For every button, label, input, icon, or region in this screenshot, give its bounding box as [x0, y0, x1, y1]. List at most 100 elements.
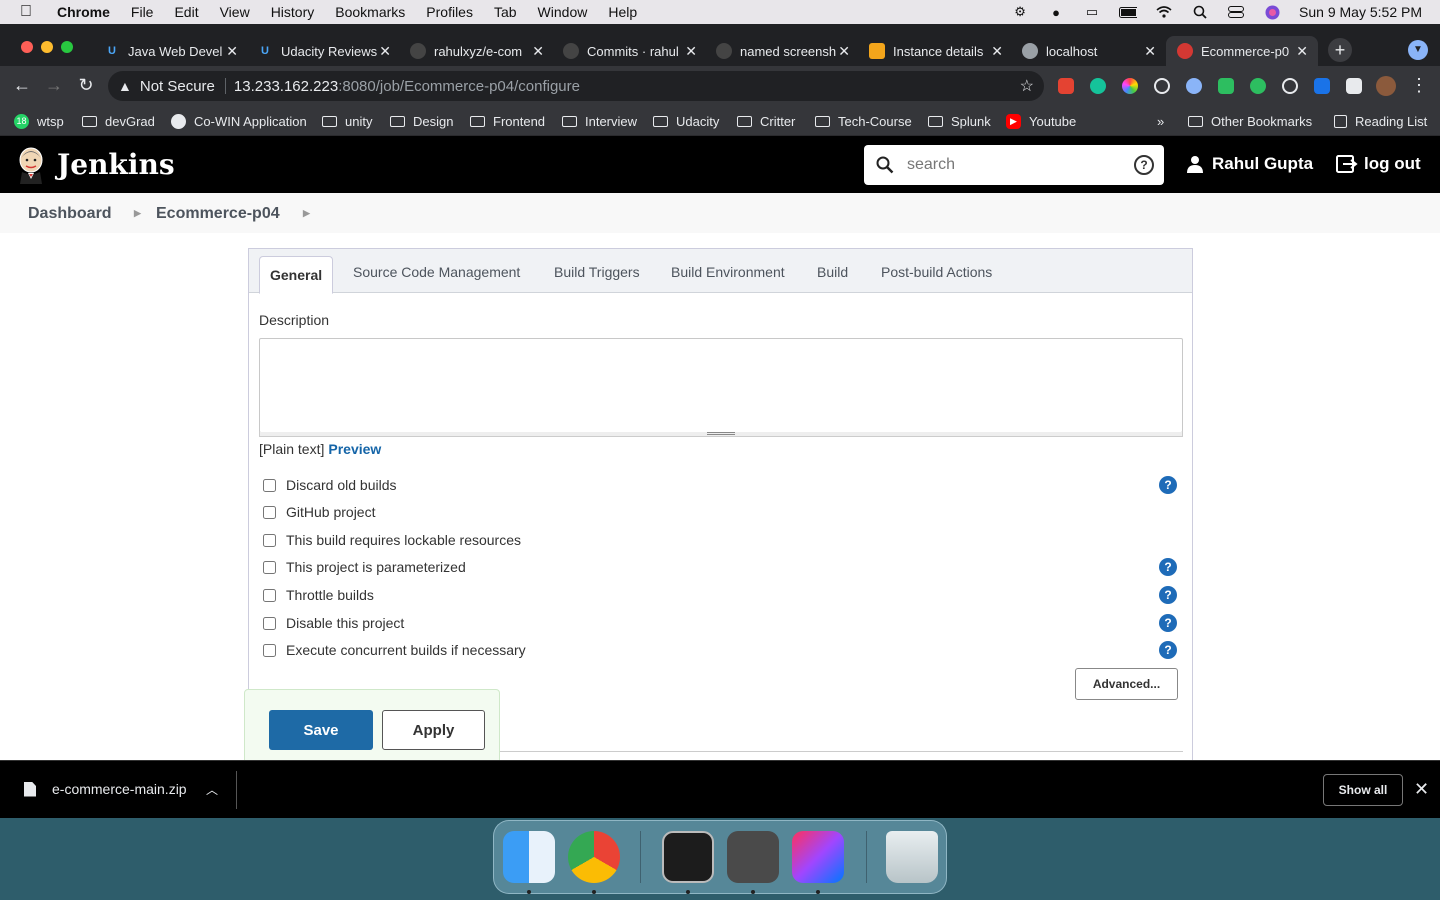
reading-list[interactable]: Reading List	[1334, 111, 1427, 131]
search-input[interactable]	[907, 156, 1117, 174]
menu-app-name[interactable]: Chrome	[57, 4, 110, 20]
tab-close-icon[interactable]: ✕	[532, 43, 544, 60]
browser-tab-active[interactable]: Ecommerce-p04 ✕	[1166, 36, 1318, 66]
breadcrumb-job[interactable]: Ecommerce-p04	[156, 205, 280, 223]
intellij-idea-icon[interactable]	[792, 831, 844, 883]
bookmark-wtsp[interactable]: 18 wtsp	[14, 111, 64, 131]
throttle-builds-checkbox[interactable]	[263, 588, 276, 602]
menu-profiles[interactable]: Profiles	[426, 4, 473, 20]
control-center-icon[interactable]	[1227, 5, 1245, 19]
wifi-icon[interactable]	[1155, 5, 1173, 19]
preview-link[interactable]: Preview	[328, 441, 381, 457]
user-menu[interactable]: Rahul Gupta	[1186, 154, 1313, 174]
tab-close-icon[interactable]: ✕	[991, 43, 1003, 60]
apple-icon[interactable]: 	[20, 3, 40, 21]
bookmark-folder-design[interactable]: Design	[390, 111, 453, 131]
spotlight-search-icon[interactable]	[1191, 5, 1209, 19]
textarea-resize-handle[interactable]	[259, 432, 1183, 437]
tab-build-environment[interactable]: Build Environment	[671, 264, 785, 280]
bookmark-folder-devgrad[interactable]: devGrad	[82, 111, 155, 131]
discard-old-builds-checkbox[interactable]	[263, 478, 276, 492]
bookmark-cowin[interactable]: Co-WIN Application	[171, 111, 307, 131]
option-concurrent-builds[interactable]: Execute concurrent builds if necessary	[263, 642, 526, 658]
evernote-extension-icon[interactable]	[1218, 78, 1234, 94]
battery-icon[interactable]	[1119, 5, 1138, 19]
apply-button[interactable]: Apply	[382, 710, 485, 750]
bookmark-folder-splunk[interactable]: Splunk	[928, 111, 991, 131]
tab-close-icon[interactable]: ✕	[838, 43, 850, 60]
react-devtools-icon[interactable]	[1282, 78, 1298, 94]
close-icon[interactable]: ✕	[1414, 779, 1429, 800]
concurrent-builds-checkbox[interactable]	[263, 643, 276, 657]
tab-build[interactable]: Build	[817, 264, 848, 280]
option-disable-project[interactable]: Disable this project	[263, 615, 404, 631]
drop-icon[interactable]: ●	[1047, 5, 1065, 20]
back-icon[interactable]: ←	[11, 75, 33, 96]
bookmark-folder-unity[interactable]: unity	[322, 111, 372, 131]
help-icon[interactable]: ?	[1159, 476, 1177, 494]
window-close-button[interactable]	[21, 41, 33, 53]
menu-file[interactable]: File	[131, 4, 154, 20]
help-icon[interactable]: ?	[1159, 586, 1177, 604]
bookmark-folder-other[interactable]: Other Bookmarks	[1188, 111, 1312, 131]
tab-close-icon[interactable]: ✕	[1144, 43, 1156, 60]
help-icon[interactable]: ?	[1159, 641, 1177, 659]
show-all-button[interactable]: Show all	[1323, 774, 1403, 806]
breadcrumb-dashboard[interactable]: Dashboard	[28, 205, 112, 223]
save-button[interactable]: Save	[269, 710, 373, 750]
bookmark-folder-frontend[interactable]: Frontend	[470, 111, 545, 131]
window-minimize-button[interactable]	[41, 41, 53, 53]
chrome-icon[interactable]	[568, 831, 620, 883]
display-icon[interactable]: ▭	[1083, 4, 1101, 19]
browser-tab[interactable]: named screensh ✕	[716, 36, 850, 66]
browser-tab[interactable]: U Java Web Devel ✕	[104, 36, 238, 66]
clock-datetime[interactable]: Sun 9 May 5:52 PM	[1299, 4, 1422, 20]
terminal-icon[interactable]	[662, 831, 714, 883]
menu-view[interactable]: View	[220, 4, 250, 20]
help-icon[interactable]: ?	[1159, 614, 1177, 632]
menu-bookmarks[interactable]: Bookmarks	[335, 4, 405, 20]
trash-icon[interactable]	[886, 831, 938, 883]
reload-icon[interactable]: ↻	[75, 75, 97, 96]
disable-project-checkbox[interactable]	[263, 616, 276, 630]
logout-link[interactable]: log out	[1336, 154, 1421, 174]
description-textarea[interactable]	[259, 338, 1183, 433]
browser-tab[interactable]: U Udacity Reviews ✕	[257, 36, 391, 66]
color-picker-extension-icon[interactable]	[1122, 78, 1138, 94]
tab-close-icon[interactable]: ✕	[226, 43, 238, 60]
grammarly-extension-icon[interactable]	[1090, 78, 1106, 94]
browser-tab[interactable]: Commits · rahul ✕	[563, 36, 697, 66]
new-tab-button[interactable]: +	[1328, 38, 1352, 62]
tab-post-build-actions[interactable]: Post-build Actions	[881, 264, 992, 280]
bookmark-folder-critter[interactable]: Critter	[737, 111, 795, 131]
finder-icon[interactable]	[503, 831, 555, 883]
option-lockable-resources[interactable]: This build requires lockable resources	[263, 532, 521, 548]
tab-close-icon[interactable]: ✕	[1296, 43, 1308, 60]
jenkins-logo-icon[interactable]	[16, 146, 46, 184]
tab-search-icon[interactable]: ▼	[1408, 40, 1428, 60]
target-extension-icon[interactable]	[1154, 78, 1170, 94]
breadcrumb-chevron-icon[interactable]: ▶	[134, 208, 141, 219]
menu-edit[interactable]: Edit	[174, 4, 198, 20]
menu-help[interactable]: Help	[608, 4, 637, 20]
download-item[interactable]: e-commerce-main.zip	[24, 781, 187, 797]
bookmark-star-icon[interactable]: ☆	[1020, 76, 1034, 96]
option-throttle-builds[interactable]: Throttle builds	[263, 587, 374, 603]
jenkins-brand[interactable]: Jenkins	[57, 148, 175, 181]
tab-close-icon[interactable]: ✕	[379, 43, 391, 60]
chevron-up-icon[interactable]: ︿	[206, 781, 218, 798]
lockable-resources-checkbox[interactable]	[263, 533, 276, 547]
chrome-menu-icon[interactable]: ⋮	[1408, 75, 1430, 96]
option-discard-old-builds[interactable]: Discard old builds	[263, 477, 397, 493]
profile-avatar[interactable]	[1376, 76, 1396, 96]
option-parameterized[interactable]: This project is parameterized	[263, 559, 466, 575]
browser-tab[interactable]: localhost ✕	[1022, 36, 1156, 66]
breadcrumb-chevron-icon[interactable]: ▶	[303, 208, 310, 219]
bookmark-folder-tech-course[interactable]: Tech-Course	[815, 111, 912, 131]
advanced-button[interactable]: Advanced...	[1075, 668, 1178, 700]
window-maximize-button[interactable]	[61, 41, 73, 53]
search-help-icon[interactable]: ?	[1134, 155, 1154, 175]
tab-source-code-management[interactable]: Source Code Management	[353, 264, 520, 280]
bookmark-folder-interview[interactable]: Interview	[562, 111, 637, 131]
option-github-project[interactable]: GitHub project	[263, 504, 375, 520]
